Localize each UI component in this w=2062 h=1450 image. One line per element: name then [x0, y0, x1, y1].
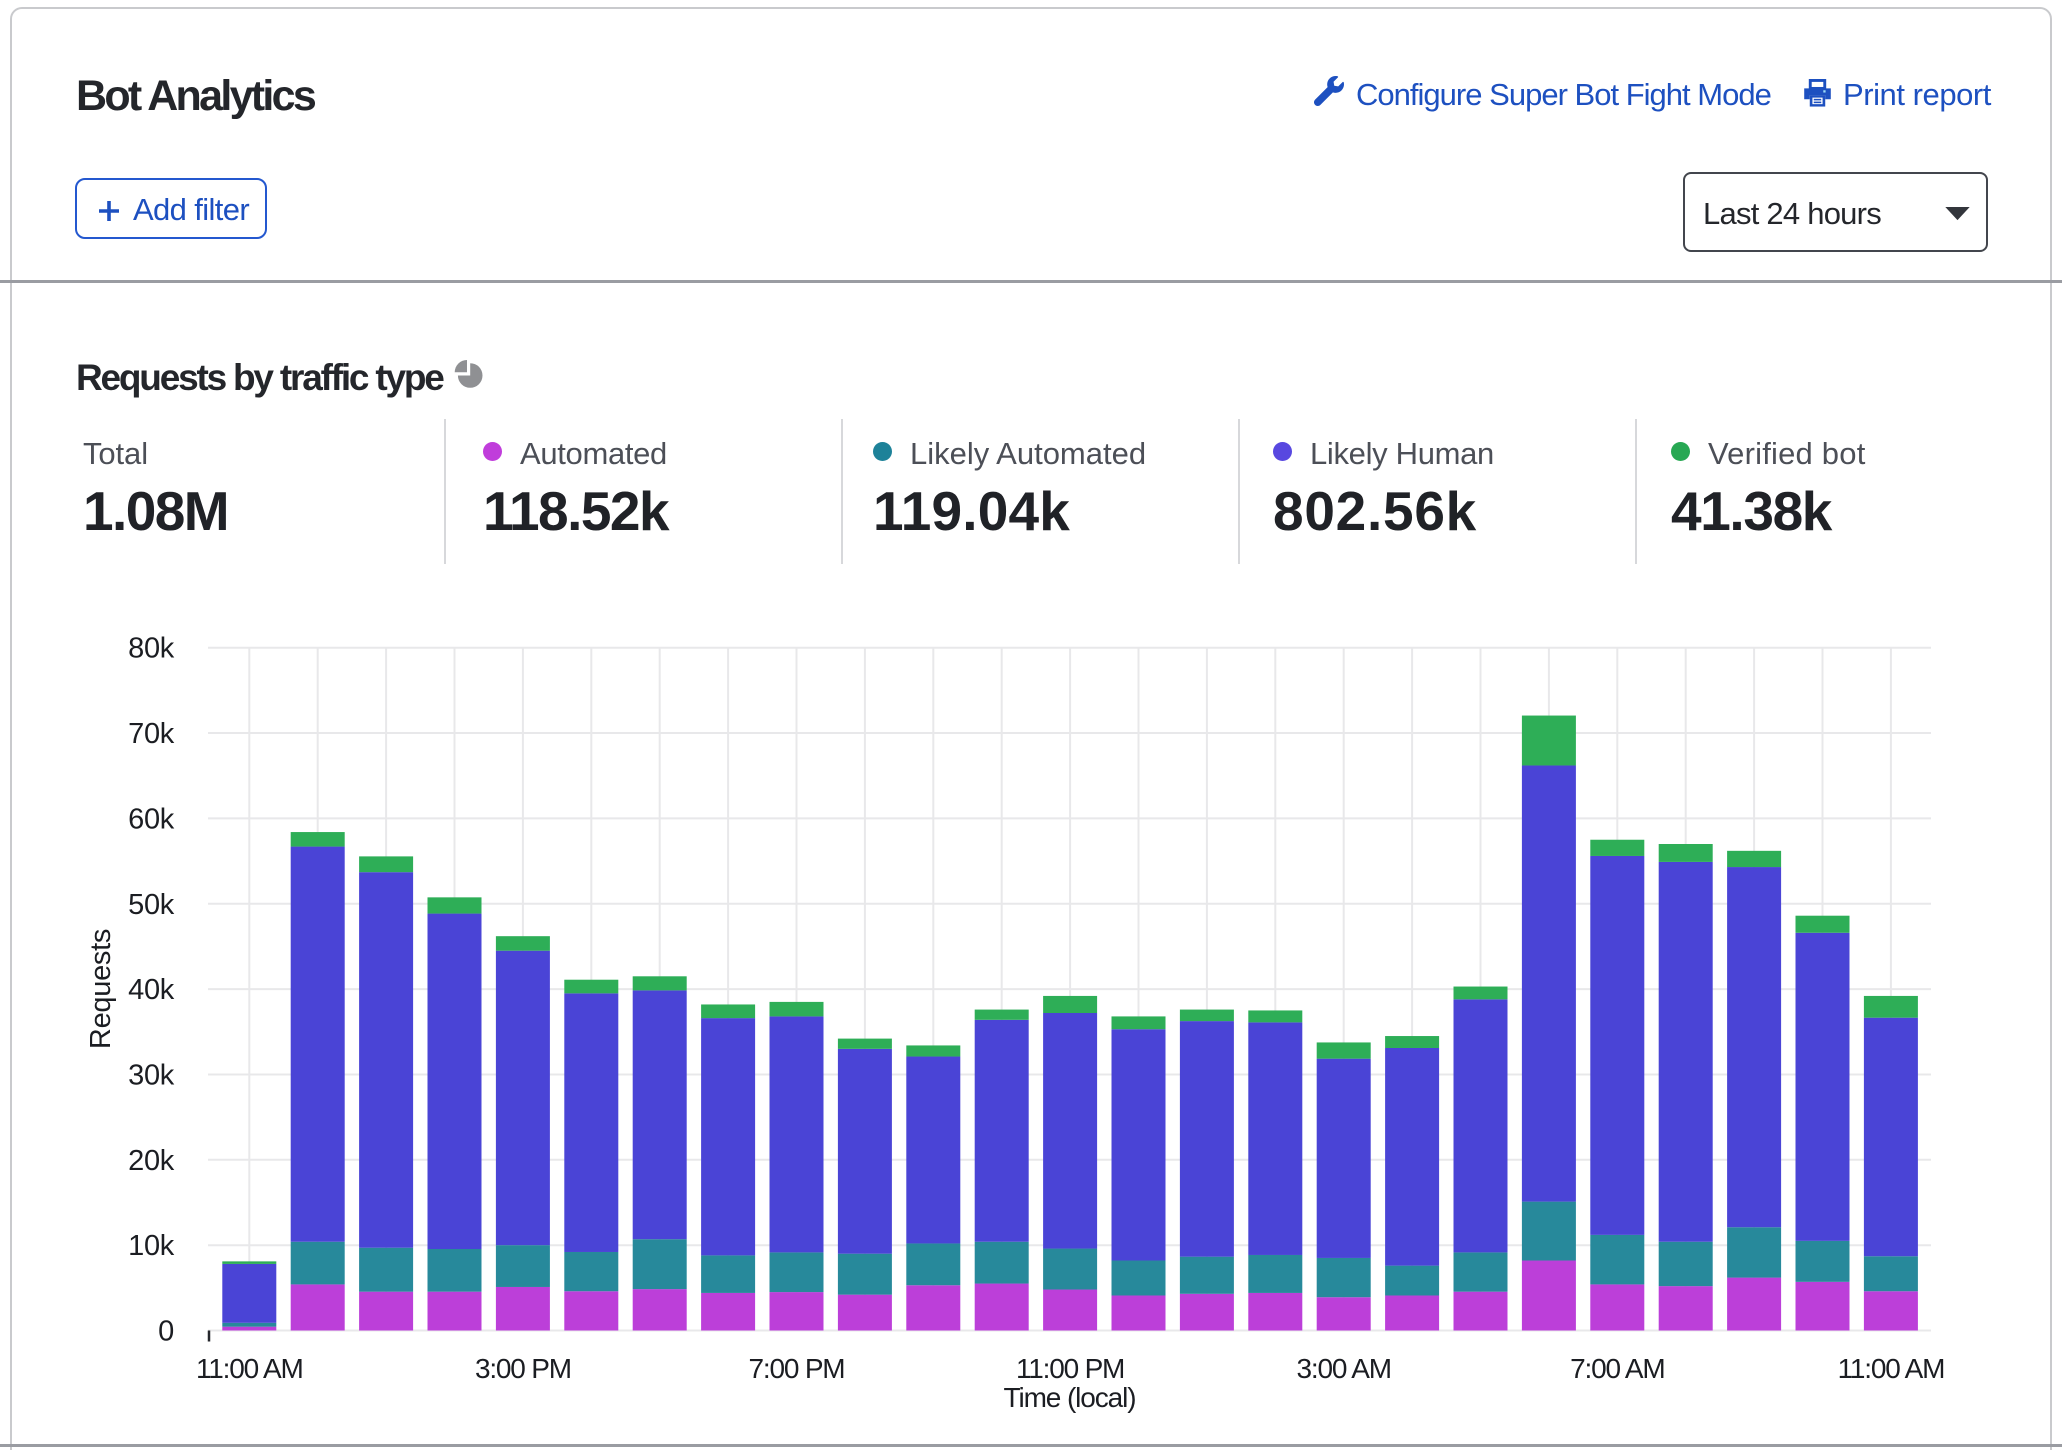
- svg-text:11:00 AM: 11:00 AM: [1838, 1353, 1945, 1384]
- svg-text:40k: 40k: [128, 974, 175, 1006]
- svg-text:30k: 30k: [128, 1060, 175, 1092]
- svg-text:10k: 10k: [128, 1230, 175, 1262]
- svg-text:50k: 50k: [128, 889, 175, 921]
- svg-text:7:00 AM: 7:00 AM: [1570, 1353, 1664, 1384]
- svg-text:Time (local): Time (local): [1004, 1382, 1136, 1413]
- svg-text:3:00 PM: 3:00 PM: [475, 1353, 571, 1384]
- svg-text:60k: 60k: [128, 803, 175, 835]
- svg-text:70k: 70k: [128, 718, 175, 750]
- svg-text:11:00 AM: 11:00 AM: [196, 1353, 303, 1384]
- svg-text:3:00 AM: 3:00 AM: [1297, 1353, 1391, 1384]
- svg-text:Requests: Requests: [85, 929, 117, 1049]
- svg-text:80k: 80k: [128, 633, 175, 665]
- svg-text:20k: 20k: [128, 1145, 175, 1177]
- svg-text:7:00 PM: 7:00 PM: [749, 1353, 845, 1384]
- svg-text:11:00 PM: 11:00 PM: [1016, 1353, 1124, 1384]
- svg-text:0: 0: [158, 1316, 174, 1348]
